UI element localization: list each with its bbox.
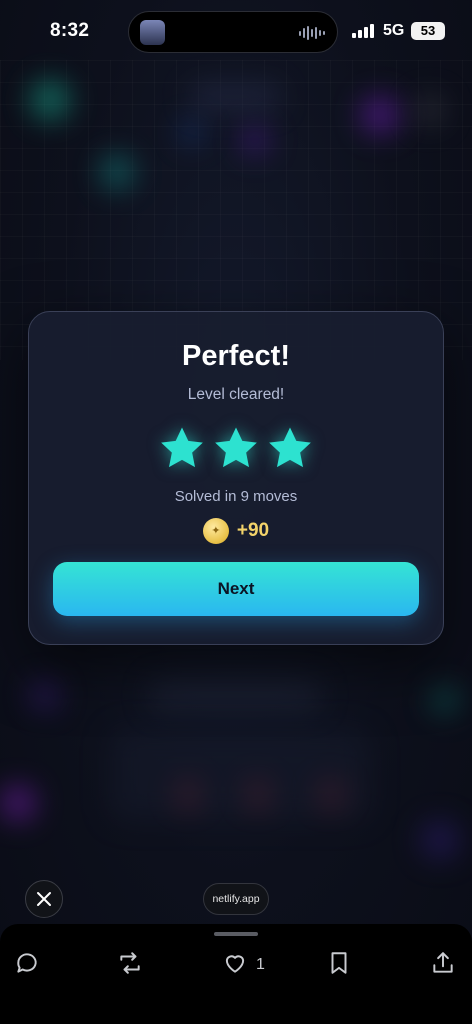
close-browser-button[interactable] xyxy=(25,880,63,918)
reply-icon[interactable] xyxy=(14,950,40,976)
battery-indicator: 53 xyxy=(411,22,445,40)
url-pill[interactable]: netlify.app xyxy=(203,883,269,915)
bookmark-icon[interactable] xyxy=(326,950,352,976)
star-icon xyxy=(269,427,311,468)
repost-icon[interactable] xyxy=(117,950,143,976)
audio-waveform-icon xyxy=(299,25,325,41)
like-count: 1 xyxy=(256,956,265,973)
dynamic-island[interactable] xyxy=(128,11,338,53)
cellular-signal-icon xyxy=(352,24,374,38)
moves-summary: Solved in 9 moves xyxy=(174,488,298,505)
level-complete-modal: Perfect! Level cleared! Solved in 9 move… xyxy=(28,311,444,645)
status-time: 8:32 xyxy=(50,20,90,41)
sheet-handle[interactable] xyxy=(214,932,258,936)
post-action-bar: 1 xyxy=(0,944,472,984)
next-button[interactable]: Next xyxy=(53,562,419,616)
status-bar: 8:32 5G 53 xyxy=(0,0,472,64)
star-rating xyxy=(29,426,443,470)
coin-reward: ✦ +90 xyxy=(29,518,443,544)
network-type: 5G xyxy=(383,22,405,39)
share-icon[interactable] xyxy=(430,950,456,976)
star-icon xyxy=(161,427,203,468)
like-icon[interactable] xyxy=(222,950,248,976)
media-thumbnail xyxy=(140,20,165,45)
modal-subtitle: Level cleared! xyxy=(187,386,285,403)
star-icon xyxy=(215,427,257,468)
reward-amount: +90 xyxy=(236,520,270,541)
modal-title: Perfect! xyxy=(182,340,290,372)
coin-icon: ✦ xyxy=(202,518,229,544)
close-icon xyxy=(37,892,51,906)
